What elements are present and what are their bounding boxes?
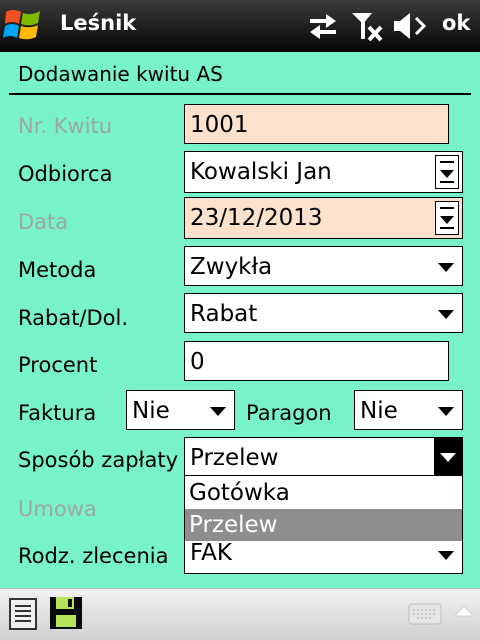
underline-mark bbox=[440, 227, 454, 229]
odbiorca-value: Kowalski Jan bbox=[190, 159, 332, 185]
rabat-label: Rabat/Dol. bbox=[18, 306, 129, 330]
data-connection-icon[interactable] bbox=[306, 10, 340, 42]
title-bar: Leśnik ok bbox=[0, 0, 480, 52]
metoda-value: Zwykła bbox=[190, 254, 273, 280]
rodz-zlecenia-label: Rodz. zlecenia bbox=[18, 544, 169, 568]
odbiorca-combobox[interactable]: Kowalski Jan bbox=[184, 151, 463, 193]
volume-muted-icon[interactable] bbox=[392, 10, 430, 42]
rodz-zlecenia-value: FAK bbox=[190, 540, 232, 566]
sposob-zaplaty-label: Sposób zapłaty bbox=[18, 448, 179, 472]
option-przelew[interactable]: Przelew bbox=[185, 509, 462, 541]
data-value: 23/12/2013 bbox=[190, 205, 323, 231]
odbiorca-label: Odbiorca bbox=[18, 162, 113, 186]
procent-value: 0 bbox=[190, 349, 205, 375]
app-title: Leśnik bbox=[60, 11, 137, 35]
chevron-down-icon bbox=[440, 216, 454, 224]
data-date-picker[interactable]: 23/12/2013 bbox=[184, 197, 463, 239]
chevron-down-icon bbox=[438, 310, 454, 319]
paragon-value: Nie bbox=[360, 398, 398, 424]
list-icon[interactable] bbox=[6, 597, 40, 631]
faktura-label: Faktura bbox=[18, 401, 97, 425]
rabat-select[interactable]: Rabat bbox=[184, 293, 463, 333]
ok-button[interactable]: ok bbox=[442, 11, 470, 35]
sposob-zaplaty-select[interactable]: Przelew bbox=[184, 437, 463, 477]
sposob-zaplaty-value: Przelew bbox=[190, 445, 279, 471]
chevron-down-icon bbox=[438, 551, 454, 560]
underline-mark bbox=[440, 161, 454, 163]
nr-kwitu-value: 1001 bbox=[190, 112, 249, 138]
sposob-zaplaty-options-list: Gotówka Przelew bbox=[184, 475, 463, 541]
chevron-down-icon bbox=[440, 453, 456, 462]
form-area: Dodawanie kwitu AS Nr. Kwitu 1001 Odbior… bbox=[0, 52, 480, 588]
faktura-select[interactable]: Nie bbox=[126, 390, 235, 430]
chevron-down-icon bbox=[438, 407, 454, 416]
chevron-down-icon bbox=[438, 263, 454, 272]
menu-up-icon[interactable] bbox=[453, 604, 475, 618]
nr-kwitu-field[interactable]: 1001 bbox=[184, 104, 449, 144]
bottom-menu-bar bbox=[0, 588, 480, 640]
date-dropdown-button[interactable] bbox=[435, 201, 459, 235]
paragon-label: Paragon bbox=[246, 401, 332, 425]
odbiorca-dropdown-button[interactable] bbox=[435, 155, 459, 189]
page-title: Dodawanie kwitu AS bbox=[18, 62, 223, 86]
keyboard-icon[interactable] bbox=[408, 603, 442, 625]
rabat-value: Rabat bbox=[190, 301, 258, 327]
option-gotowka[interactable]: Gotówka bbox=[185, 477, 462, 509]
chevron-down-icon bbox=[210, 407, 226, 416]
faktura-value: Nie bbox=[132, 398, 170, 424]
no-signal-icon[interactable] bbox=[350, 10, 384, 42]
paragon-select[interactable]: Nie bbox=[354, 390, 463, 430]
divider bbox=[9, 93, 471, 95]
metoda-select[interactable]: Zwykła bbox=[184, 246, 463, 286]
nr-kwitu-label: Nr. Kwitu bbox=[18, 114, 113, 138]
metoda-label: Metoda bbox=[18, 258, 97, 282]
data-label: Data bbox=[18, 210, 69, 234]
underline-mark bbox=[440, 181, 454, 183]
underline-mark bbox=[440, 207, 454, 209]
procent-input[interactable]: 0 bbox=[184, 341, 449, 381]
sposob-zaplaty-dropdown-button[interactable] bbox=[434, 438, 462, 476]
windows-start-icon[interactable] bbox=[2, 6, 44, 46]
save-icon[interactable] bbox=[48, 595, 84, 631]
chevron-down-icon bbox=[440, 170, 454, 178]
umowa-label: Umowa bbox=[18, 497, 97, 521]
procent-label: Procent bbox=[18, 353, 98, 377]
